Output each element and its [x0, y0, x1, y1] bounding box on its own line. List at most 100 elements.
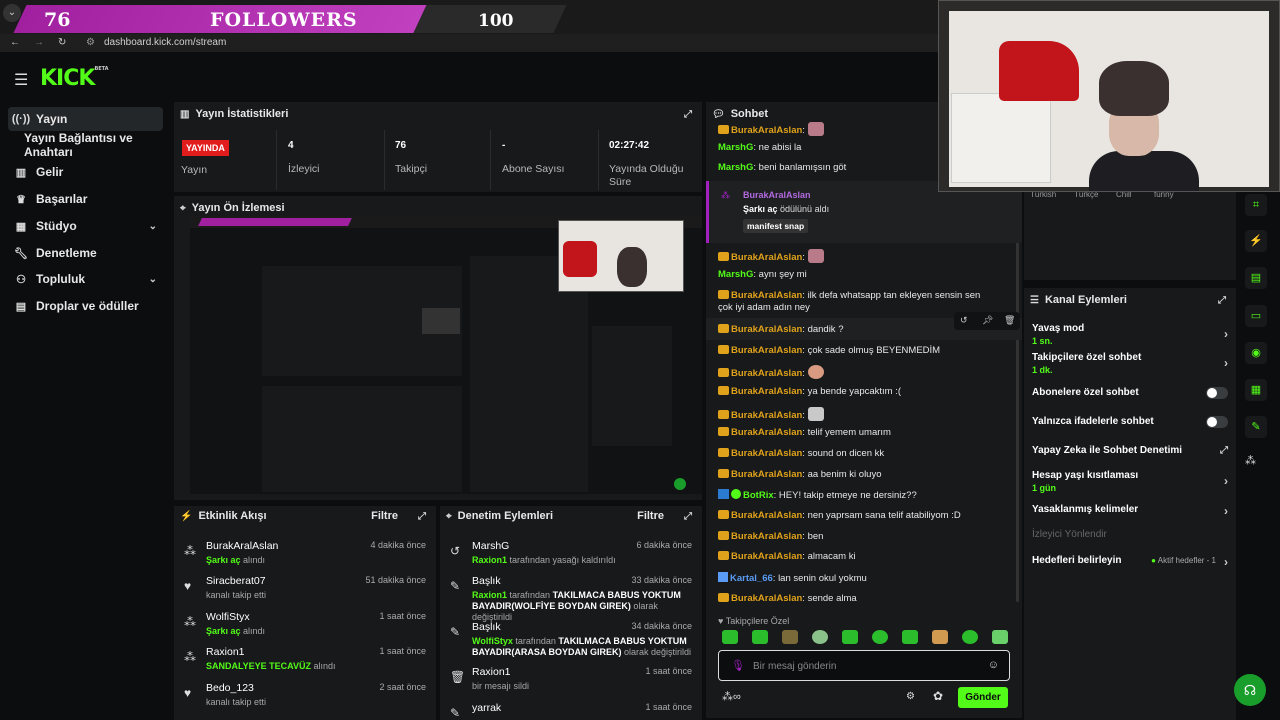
- popout-icon[interactable]: ⤢: [1218, 295, 1226, 306]
- stream-preview-panel: ⌖ Yayın Ön İzlemesi: [174, 196, 702, 500]
- sidebar-item-basarilar[interactable]: ♛ Başarılar: [8, 187, 163, 211]
- kick-logo[interactable]: KICKBETA: [40, 66, 109, 91]
- moderation-row[interactable]: 🗑︎ Raxion1 bir mesajı sildi 1 saat önce: [440, 666, 702, 702]
- emote-icon[interactable]: [992, 630, 1008, 644]
- reload-icon[interactable]: ↻: [58, 37, 66, 48]
- stream-preview-video[interactable]: [190, 216, 702, 494]
- chat-message[interactable]: BurakAralAslan:: [718, 365, 1014, 380]
- activity-row[interactable]: ⁂ Raxion1 SANDALYEYE TECAVÜZ alındı 1 sa…: [174, 646, 436, 682]
- chat-message[interactable]: BurakAralAslan: nen yaprsam sana telif a…: [718, 510, 1014, 522]
- chat-message[interactable]: BurakAralAslan: sound on dicen kk: [718, 448, 1014, 460]
- chat-message[interactable]: BotRix: HEY! takip etmeye ne dersiniz??: [718, 489, 1014, 502]
- chat-message[interactable]: BurakAralAslan:: [718, 407, 1014, 422]
- emote-icon[interactable]: [902, 630, 918, 644]
- activity-row[interactable]: ⁂ WolfiStyx Şarkı aç alındı 1 saat önce: [174, 611, 436, 647]
- crop-icon[interactable]: ⌗: [1245, 194, 1267, 216]
- broadcast-icon[interactable]: ◉: [1245, 342, 1267, 364]
- emote-icon[interactable]: [782, 630, 798, 644]
- moderation-row[interactable]: ✎ Başlık Raxion1 tarafından TAKILMACA BA…: [440, 575, 702, 622]
- wrench-icon[interactable]: ✎: [1245, 416, 1267, 438]
- live-label: Yayın: [181, 164, 208, 176]
- chat-icon[interactable]: ▭: [1245, 305, 1267, 327]
- sidebar-item-denetleme[interactable]: 🔧︎ Denetleme: [8, 241, 163, 265]
- chat-message[interactable]: BurakAralAslan: sende alma: [718, 593, 1014, 605]
- activity-feed-panel: ⚡ Etkinlik Akışı Filtre ⤢ ⁂ BurakAralAsl…: [174, 506, 436, 720]
- moderation-row[interactable]: ✎ yarrak 1 saat önce: [440, 702, 702, 720]
- chat-message[interactable]: BurakAralAslan: ben: [718, 531, 1014, 543]
- subs-chat-row[interactable]: Abonelere özel sohbet: [1032, 387, 1228, 399]
- sidebar-item-gelir[interactable]: ▥ Gelir: [8, 160, 163, 184]
- sidebar-item-stream-key[interactable]: Yayın Bağlantısı ve Anahtarı: [22, 131, 170, 159]
- sidebar-item-droplar[interactable]: ▤ Droplar ve ödüller: [8, 294, 163, 318]
- trash-icon[interactable]: 🗑︎: [1004, 315, 1015, 326]
- apps-icon[interactable]: ⁂: [1245, 454, 1256, 467]
- popout-icon[interactable]: ⤢: [684, 109, 692, 120]
- emotes-chat-row[interactable]: Yalnızca ifadelerle sohbet: [1032, 416, 1228, 428]
- emote-icon[interactable]: [932, 630, 948, 644]
- chat-message[interactable]: BurakAralAslan: telif yemem umarım: [718, 427, 1014, 439]
- active-goals-label: ● Aktif hedefler - 1: [1151, 556, 1216, 565]
- popout-icon[interactable]: ⤢: [418, 511, 426, 522]
- chat-message[interactable]: BurakAralAslan: ya bende yapcaktım :(: [718, 386, 1014, 398]
- trophy-icon: ♛: [16, 193, 26, 206]
- emote-icon[interactable]: [752, 630, 768, 644]
- forward-icon[interactable]: →: [34, 37, 44, 48]
- activity-row[interactable]: ⁂ BurakAralAslan Şarkı aç alındı 4 dakik…: [174, 540, 436, 576]
- filter-button[interactable]: Filtre: [371, 510, 398, 522]
- webcam-shelf: [951, 93, 1051, 183]
- chat-message[interactable]: MarshG: aynı şey mi: [718, 269, 1014, 281]
- sidebar-item-studyo[interactable]: ▦ Stüdyo ⌄: [8, 214, 163, 238]
- moderation-row[interactable]: ↺ MarshG Raxion1 tarafından yasağı kaldı…: [440, 540, 702, 576]
- ai-moderation-row[interactable]: Yapay Zeka ile Sohbet Denetimi ⤢: [1032, 445, 1228, 456]
- emote-icon[interactable]: [812, 630, 828, 644]
- gear-icon[interactable]: ⚙: [906, 691, 915, 702]
- undo-icon[interactable]: ↺: [960, 315, 968, 326]
- emote-icon[interactable]: [722, 630, 738, 644]
- activity-row[interactable]: ♥ Bedo_123 kanalı takip etti 2 saat önce: [174, 682, 436, 718]
- chat-message[interactable]: BurakAralAslan: çok sade olmuş BEYENMEDİ…: [718, 345, 1014, 357]
- emoji-icon[interactable]: ☺: [988, 659, 999, 671]
- chat-message[interactable]: Kartal_66: lan senin okul yokmu: [718, 572, 1014, 585]
- activity-detail: Şarkı aç alındı: [206, 555, 266, 565]
- pencil-icon: ✎: [450, 625, 461, 639]
- emote-icon[interactable]: [842, 630, 858, 644]
- filter-button[interactable]: Filtre: [637, 510, 664, 522]
- help-support-icon[interactable]: ☊: [1234, 674, 1266, 706]
- emote-icon[interactable]: [962, 630, 978, 644]
- emotes-chat-toggle[interactable]: [1206, 416, 1228, 428]
- browser-url-bar: ← → ↻ ⚙ dashboard.kick.com/stream: [0, 34, 938, 52]
- chat-message[interactable]: BurakAralAslan: ilk defa whatsapp tan ek…: [718, 290, 988, 314]
- menu-icon[interactable]: ☰: [14, 70, 28, 90]
- chat-input[interactable]: 🎙︎ Bir mesaj gönderin ☺: [718, 650, 1010, 681]
- banned-words-row[interactable]: Yasaklanmış kelimeler ›: [1032, 504, 1228, 518]
- gift-icon[interactable]: ✿: [933, 689, 943, 703]
- points-icon[interactable]: ⁂∞: [722, 690, 741, 703]
- activity-row[interactable]: ♥ Siracberat07 kanalı takip etti 51 daki…: [174, 575, 436, 611]
- pin-icon[interactable]: 📌︎: [982, 315, 993, 326]
- sidebar-item-topluluk[interactable]: ⚇ Topluluk ⌄: [8, 267, 163, 291]
- back-icon[interactable]: ←: [10, 37, 20, 48]
- popout-icon[interactable]: ⤢: [684, 511, 692, 522]
- moderation-detail: Raxion1 tarafından yasağı kaldırıldı: [472, 555, 616, 565]
- chat-message[interactable]: BurakAralAslan: almacam ki: [718, 551, 1014, 563]
- url-text[interactable]: dashboard.kick.com/stream: [104, 37, 226, 48]
- document-icon[interactable]: ▤: [1245, 267, 1267, 289]
- send-button[interactable]: Gönder: [958, 687, 1008, 708]
- chat-message[interactable]: BurakAralAslan:: [718, 249, 1014, 264]
- chevron-down-icon[interactable]: ⌄: [3, 4, 21, 22]
- chat-message[interactable]: BurakAralAslan: aa benim ki oluyo: [718, 469, 1014, 481]
- calendar-icon[interactable]: ▦: [1245, 379, 1267, 401]
- followers-chat-row[interactable]: Takipçilere özel sohbet 1 dk. ›: [1032, 352, 1228, 375]
- site-info-icon[interactable]: ⚙: [86, 37, 95, 48]
- panel-header: ⌖ Denetim Eylemleri Filtre ⤢: [440, 504, 702, 528]
- emote-icon[interactable]: [872, 630, 888, 644]
- account-age-row[interactable]: Hesap yaşı kısıtlaması 1 gün ›: [1032, 470, 1228, 493]
- heart-icon: ♥: [184, 686, 192, 700]
- sidebar-item-yayin[interactable]: ((·)) Yayın: [8, 107, 163, 131]
- microphone-icon[interactable]: 🎙︎: [731, 659, 745, 672]
- slow-mode-row[interactable]: Yavaş mod 1 sn. ›: [1032, 323, 1228, 346]
- subs-chat-toggle[interactable]: [1206, 387, 1228, 399]
- goals-row[interactable]: Hedefleri belirleyin ● Aktif hedefler - 1…: [1032, 555, 1228, 569]
- moderation-row[interactable]: ✎ Başlık WolfiStyx tarafından TAKILMACA …: [440, 621, 702, 665]
- lightning-icon[interactable]: ⚡: [1245, 230, 1267, 252]
